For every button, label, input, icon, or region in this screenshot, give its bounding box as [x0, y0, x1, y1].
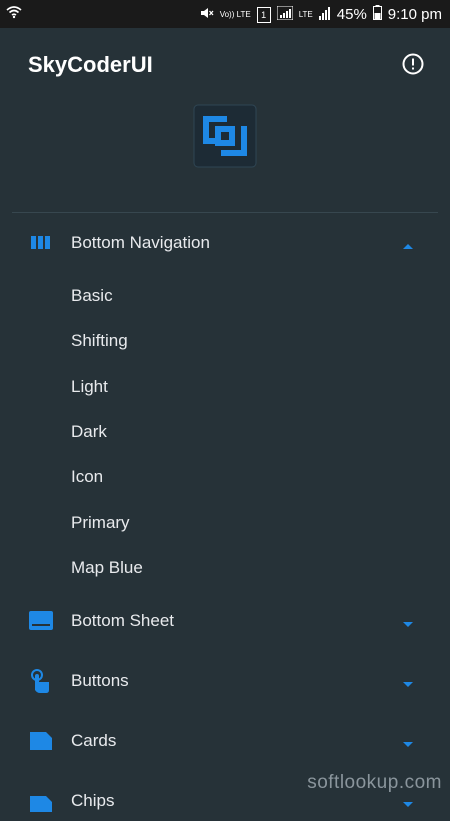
watermark: softlookup.com	[307, 772, 442, 793]
menu-item-bottom-navigation[interactable]: Bottom Navigation	[0, 223, 450, 263]
submenu-item-primary[interactable]: Primary	[71, 513, 130, 533]
menu-item-label: Buttons	[71, 671, 129, 690]
menu-item-label: Chips	[71, 791, 115, 810]
menu-item-label: Bottom Navigation	[71, 233, 210, 252]
menu-item-label: Cards	[71, 731, 117, 750]
chevron-down-icon[interactable]	[401, 616, 415, 627]
submenu-item-shifting[interactable]: Shifting	[71, 331, 128, 351]
chip-icon	[28, 788, 54, 814]
status-bar: Vo)) LTE 1 LTE 45% 9:10 pm	[0, 0, 450, 28]
app-logo	[193, 104, 257, 168]
chevron-down-icon[interactable]	[401, 676, 415, 687]
sim-indicator: 1	[256, 6, 271, 23]
signal-icon	[276, 5, 294, 24]
submenu-item-dark[interactable]: Dark	[71, 422, 107, 442]
touch-icon	[28, 668, 54, 694]
lte-indicator: LTE	[298, 9, 313, 19]
submenu-item-map-blue[interactable]: Map Blue	[71, 558, 143, 578]
card-icon	[28, 728, 54, 754]
menu-item-bottom-sheet[interactable]: Bottom Sheet	[0, 601, 450, 641]
chevron-down-icon[interactable]	[401, 736, 415, 747]
battery-percent: 45%	[336, 6, 367, 23]
info-button[interactable]	[402, 53, 424, 75]
clock: 9:10 pm	[387, 6, 442, 23]
bottom-sheet-icon	[28, 608, 54, 634]
chevron-down-icon[interactable]	[401, 796, 415, 807]
app-title: SkyCoderUI	[28, 52, 153, 77]
signal-bars-icon	[318, 6, 331, 24]
menu-item-buttons[interactable]: Buttons	[0, 661, 450, 701]
mute-icon	[200, 6, 214, 24]
info-icon	[402, 53, 424, 75]
battery-icon	[372, 5, 382, 24]
chevron-up-icon[interactable]	[401, 238, 415, 249]
menu-item-label: Bottom Sheet	[71, 611, 175, 630]
divider	[12, 212, 438, 213]
volte-indicator: Vo)) LTE	[219, 9, 251, 19]
bottom-navigation-icon	[28, 230, 54, 256]
submenu-item-basic[interactable]: Basic	[71, 286, 113, 306]
submenu-item-icon[interactable]: Icon	[71, 467, 103, 487]
wifi-icon	[6, 5, 22, 23]
menu-item-cards[interactable]: Cards	[0, 721, 450, 761]
submenu-item-light[interactable]: Light	[71, 377, 108, 397]
